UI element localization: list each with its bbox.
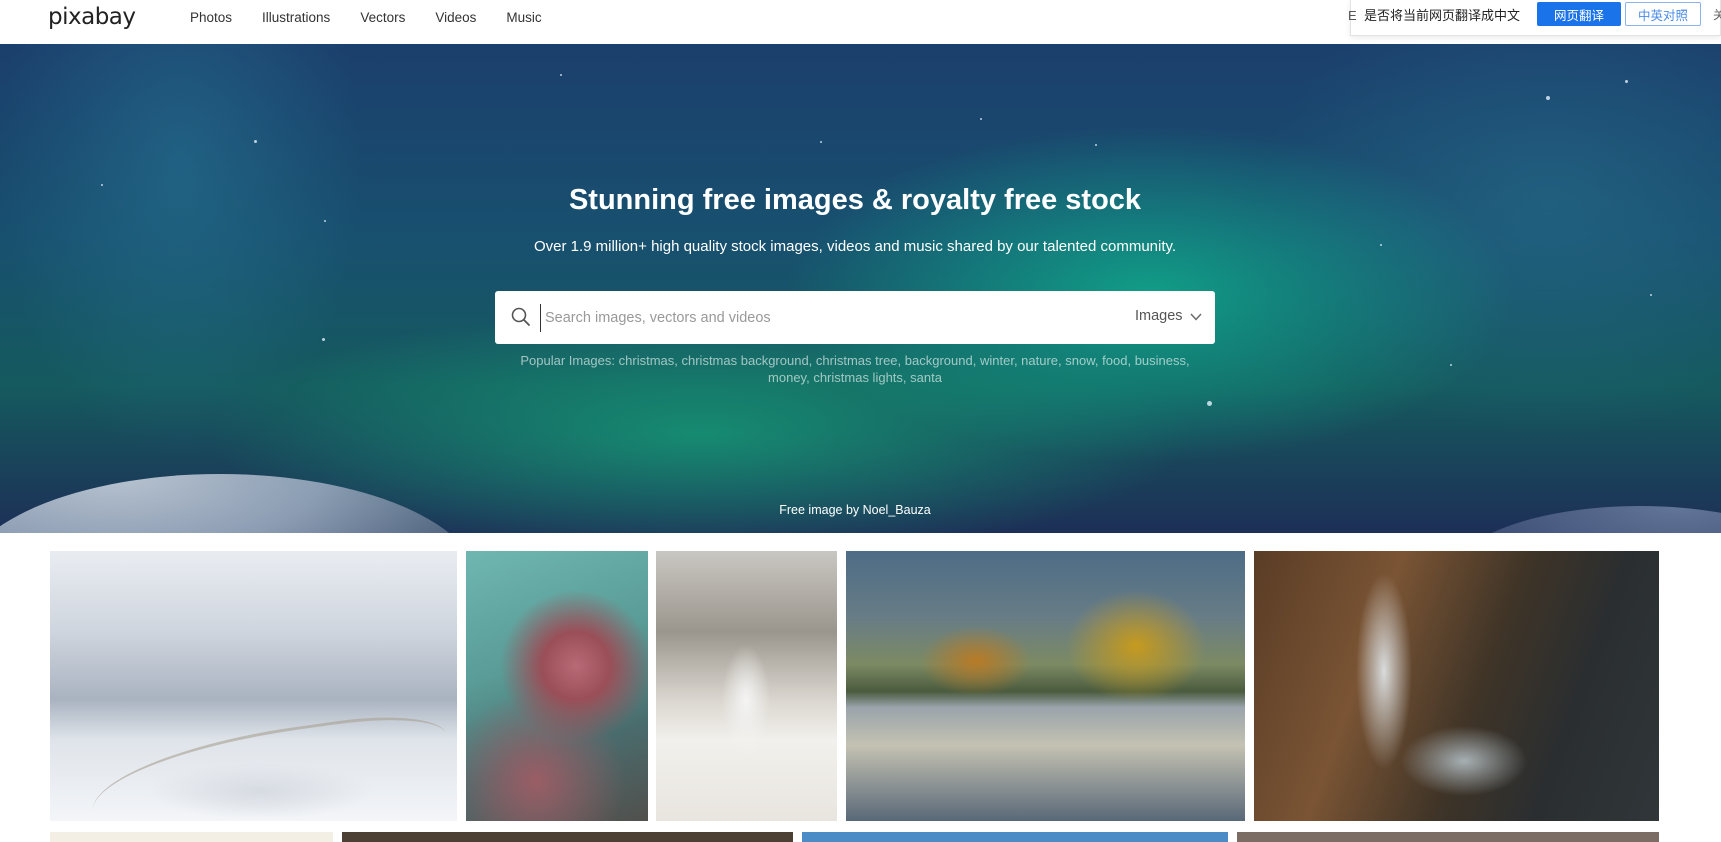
popular-term[interactable]: money [768,370,806,385]
translate-page-button[interactable]: 网页翻译 [1537,2,1621,26]
popular-term[interactable]: nature [1021,353,1058,368]
hero-title: Stunning free images & royalty free stoc… [568,184,1142,216]
nav-videos[interactable]: Videos [435,10,476,25]
photo-woman-in-snow[interactable] [656,551,837,821]
photo-grid [0,533,1721,842]
popular-term[interactable]: christmas background [682,353,809,368]
bilingual-button[interactable]: 中英对照 [1625,2,1701,26]
star [1207,401,1212,406]
nav-photos[interactable]: Photos [190,10,232,25]
hero-banner: Stunning free images & royalty free stoc… [0,44,1721,533]
popular-term[interactable]: christmas tree [816,353,898,368]
star [1650,294,1652,296]
photo-autumn-lake[interactable] [846,551,1245,821]
star [560,74,562,76]
translate-question: 是否将当前网页翻译成中文 [1364,9,1521,24]
popular-term[interactable]: christmas [619,353,675,368]
close-translate-edge[interactable]: 关 [1713,6,1721,23]
popular-term[interactable]: snow [1065,353,1095,368]
pixabay-logo[interactable]: pixabay [48,4,136,30]
photo-waterfall[interactable] [1254,551,1659,821]
photo-thumbnail[interactable] [342,832,793,842]
nav-illustrations[interactable]: Illustrations [262,10,330,25]
translate-popup: E 是否将当前网页翻译成中文 网页翻译 中英对照 关 [1348,0,1721,36]
top-navbar: pixabay Photos Illustrations Vectors Vid… [0,0,1721,44]
main-nav: Photos Illustrations Vectors Videos Musi… [190,0,572,34]
hero-subtitle: Over 1.9 million+ high quality stock ima… [533,238,1177,255]
star [1450,364,1452,366]
photo-thumbnail[interactable] [802,832,1228,842]
nav-vectors[interactable]: Vectors [360,10,405,25]
search-icon[interactable] [509,305,533,329]
image-credit[interactable]: Free image by Noel_Bauza [0,503,1710,517]
popular-searches: Popular Images: christmas, christmas bac… [520,353,1190,385]
search-bar: Images [495,291,1215,344]
star [820,141,822,143]
star [322,338,325,341]
star [324,220,326,222]
hidden-nav-edge: E [1348,8,1357,23]
popular-term[interactable]: santa [910,370,942,385]
chevron-down-icon[interactable] [1189,310,1203,324]
star [980,118,982,120]
nav-music[interactable]: Music [506,10,541,25]
photo-snowy-forest-road[interactable] [50,551,457,821]
star [1625,80,1628,83]
photo-frosted-leaves[interactable] [466,551,648,821]
popular-label: Popular Images: [520,353,616,368]
photo-thumbnail[interactable] [50,832,333,842]
star [1095,144,1097,146]
search-type-select[interactable]: Images [1135,308,1183,324]
popular-term[interactable]: food [1102,353,1127,368]
star [1546,96,1550,100]
popular-term[interactable]: christmas lights [813,370,903,385]
popular-term[interactable]: background [905,353,973,368]
search-input[interactable] [540,304,1080,332]
star [254,140,257,143]
popular-term[interactable]: winter [980,353,1014,368]
popular-term[interactable]: business [1135,353,1186,368]
photo-thumbnail[interactable] [1237,832,1659,842]
